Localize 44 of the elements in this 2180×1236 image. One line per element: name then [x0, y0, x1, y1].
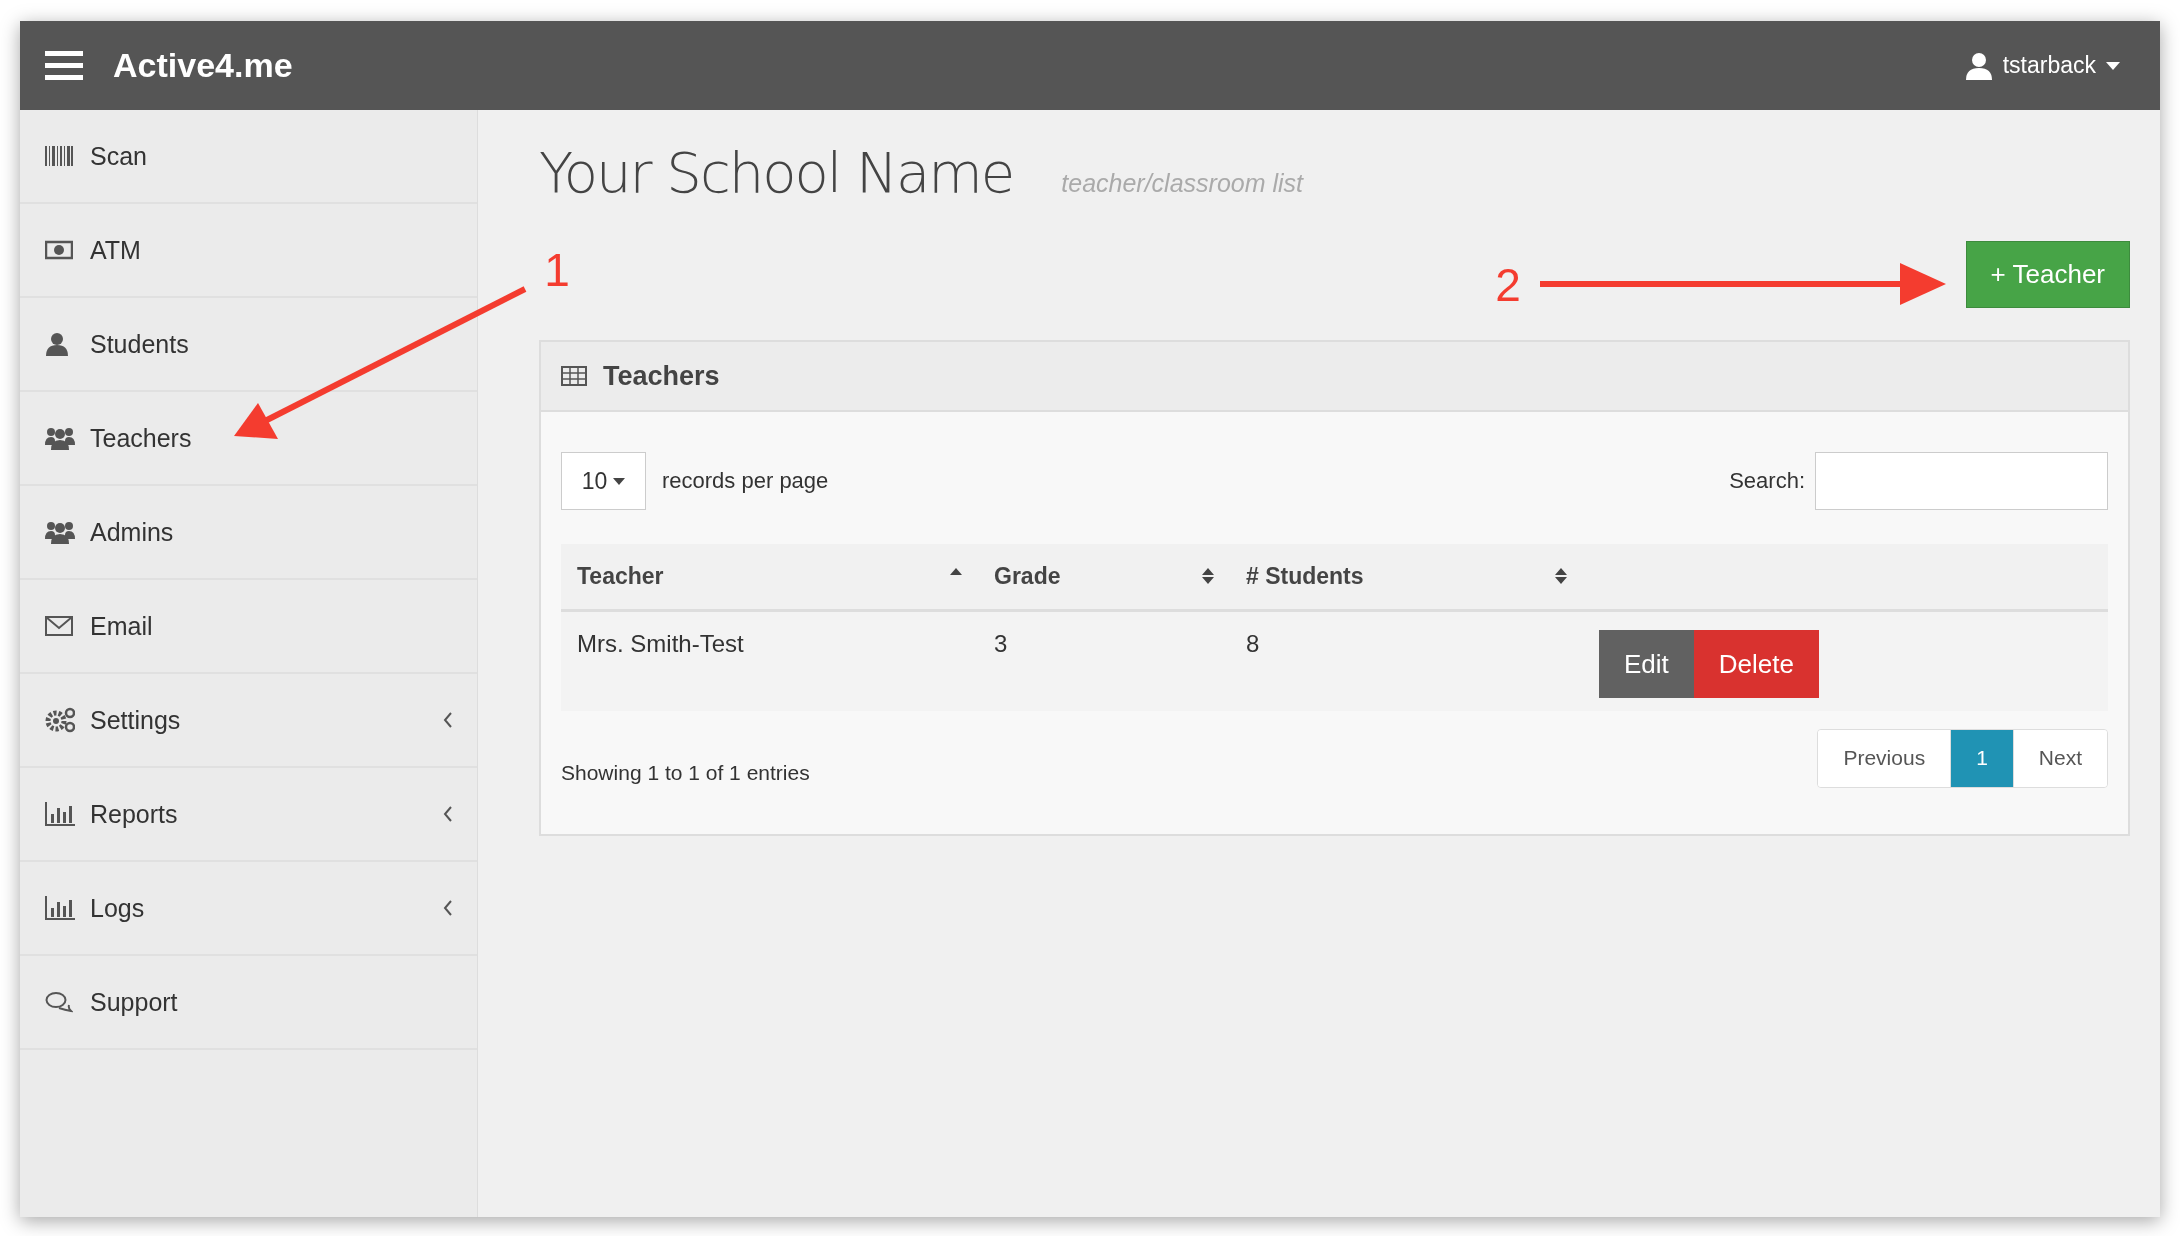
search-label: Search: — [1729, 468, 1805, 494]
sidebar-item[interactable]: ATM — [20, 204, 477, 298]
users-icon — [45, 426, 75, 450]
annotation-number: 2 — [1495, 259, 1521, 311]
delete-button[interactable]: Delete — [1693, 630, 1819, 698]
pagination-button[interactable]: Next — [2012, 729, 2107, 787]
envelope-icon — [45, 616, 73, 636]
sidebar-item[interactable]: Admins — [20, 486, 477, 580]
sidebar-item[interactable]: Reports — [20, 768, 477, 862]
banknote-icon — [45, 240, 73, 260]
caret-icon — [2106, 61, 2120, 70]
barcode-icon — [45, 146, 73, 166]
sidebar-item[interactable]: Settings — [20, 674, 477, 768]
user-icon — [45, 332, 69, 356]
entries-info: Showing 1 to 1 of 1 entries — [561, 761, 810, 785]
bar-chart-icon — [45, 802, 75, 826]
table-cell: Mrs. Smith-Test — [577, 630, 744, 657]
table-cell: 8 — [1246, 630, 1260, 657]
gears-icon — [45, 707, 75, 733]
sidebar-item[interactable]: Scan — [20, 110, 477, 204]
edit-button[interactable]: Edit — [1599, 630, 1694, 698]
bar-chart-icon — [45, 896, 75, 920]
panel-title: Teachers — [603, 360, 720, 392]
user-icon — [1964, 51, 1993, 80]
menu-icon[interactable] — [45, 50, 83, 81]
chat-bubbles-icon — [45, 991, 73, 1013]
app-title[interactable]: Active4.me — [113, 46, 293, 85]
pagination-button[interactable]: 1 — [1950, 729, 2013, 787]
sidebar-item[interactable]: Logs — [20, 862, 477, 956]
page-subtitle: teacher/classroom list — [1061, 169, 1304, 198]
page-title: Your School Name — [539, 140, 1014, 205]
caret-icon — [613, 477, 626, 485]
users-icon — [45, 520, 75, 544]
page-size-label: records per page — [662, 468, 829, 494]
search-field[interactable] — [1815, 452, 2108, 510]
sidebar-item[interactable]: Email — [20, 580, 477, 674]
table-icon — [561, 366, 587, 386]
page-size-select[interactable]: 10 — [561, 452, 646, 510]
annotation-number: 1 — [544, 244, 570, 296]
sidebar-item[interactable]: Support — [20, 956, 477, 1050]
sidebar-item[interactable]: Students — [20, 298, 477, 392]
pagination-button[interactable]: Previous — [1818, 729, 1951, 787]
user-menu[interactable]: tstarback — [1964, 51, 2120, 80]
table-cell: 3 — [994, 630, 1008, 657]
